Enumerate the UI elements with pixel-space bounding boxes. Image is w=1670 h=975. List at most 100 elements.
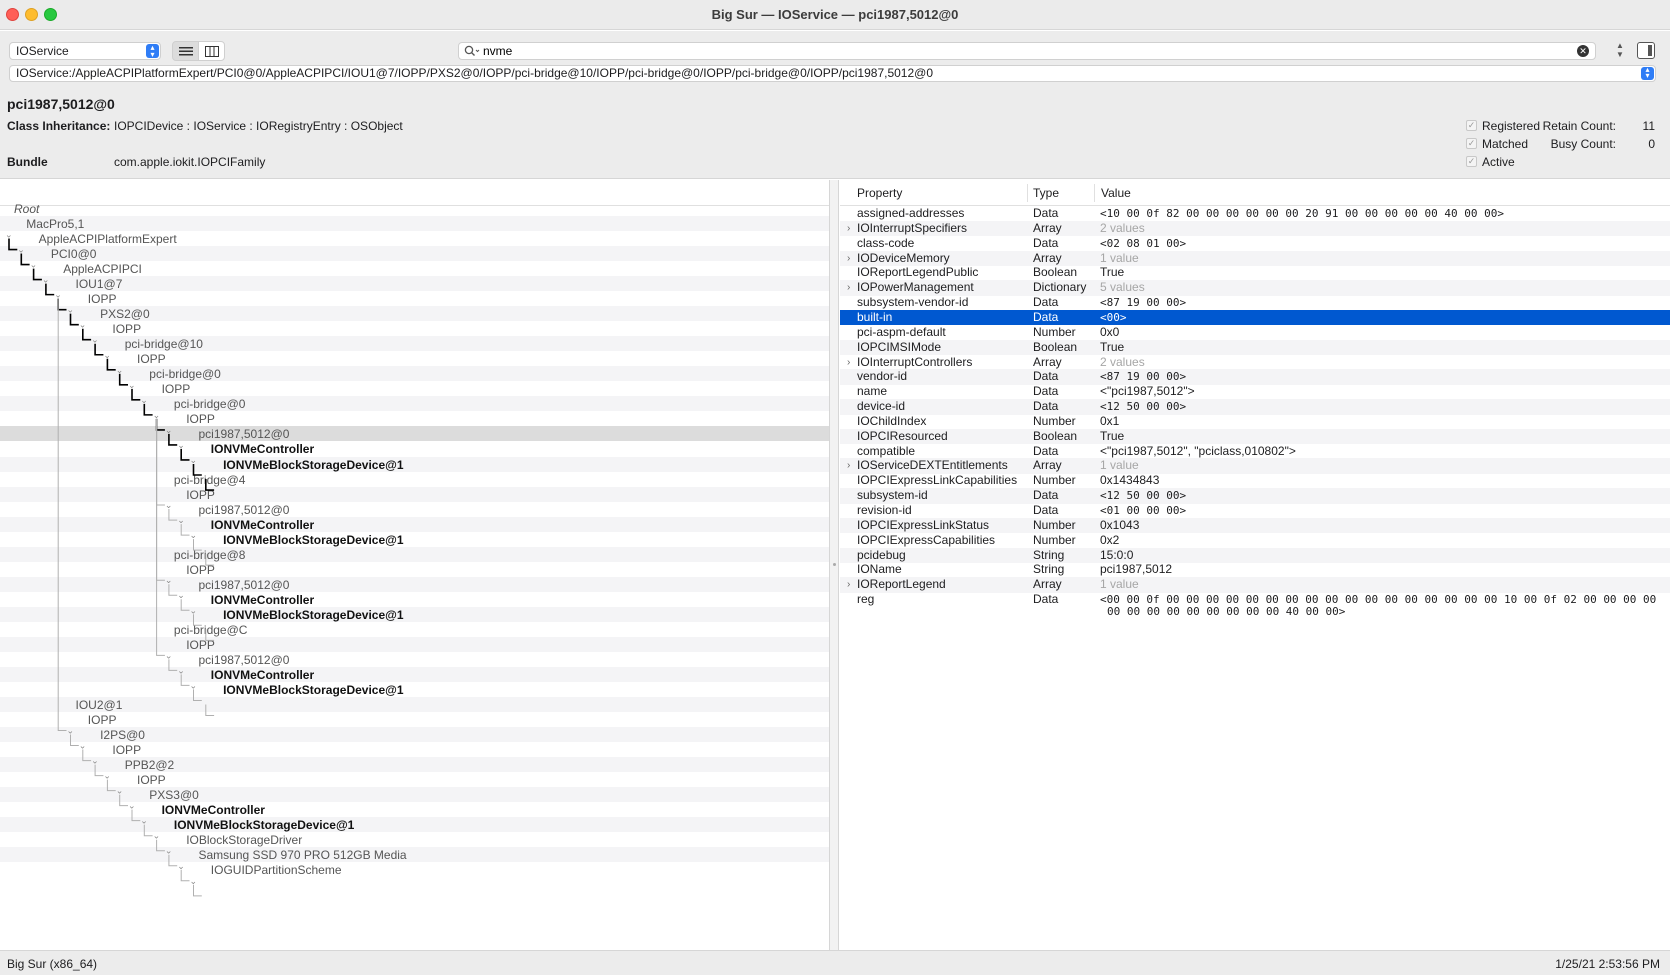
column-header-value[interactable]: Value <box>1101 186 1131 200</box>
tree-row[interactable]: AppleACPIPlatformExpert <box>0 231 829 246</box>
tree-row[interactable]: IONVMeController <box>0 666 829 682</box>
tree-row[interactable]: Samsung SSD 970 PRO 512GB Media <box>0 847 829 863</box>
tree-row[interactable]: AppleACPIPCI <box>0 261 829 276</box>
tree-row[interactable]: pci1987,5012@0 <box>0 502 829 517</box>
property-row[interactable]: › IOPowerManagement Dictionary 5 values <box>840 280 1670 296</box>
property-value[interactable]: <"pci1987,5012", "pciclass,010802"> <box>1100 444 1296 459</box>
property-row[interactable]: subsystem-vendor-id Data <87 19 00 00> <box>840 295 1670 311</box>
property-value[interactable]: 5 values <box>1100 280 1145 295</box>
property-value[interactable]: <87 19 00 00> <box>1100 369 1186 384</box>
split-view-divider[interactable] <box>829 180 839 950</box>
property-value[interactable]: 1 value <box>1100 458 1139 473</box>
tree-row[interactable]: IONVMeController <box>0 802 829 817</box>
property-value[interactable]: <02 08 01 00> <box>1100 236 1186 251</box>
property-row[interactable]: IOChildIndex Number 0x1 <box>840 414 1670 430</box>
property-row[interactable]: › IODeviceMemory Array 1 value <box>840 250 1670 267</box>
tree-row[interactable]: IOPP <box>0 411 829 426</box>
tree-row[interactable]: IOU2@1 <box>0 696 829 712</box>
property-row[interactable]: › IOReportLegend Array 1 value <box>840 577 1670 593</box>
property-row[interactable]: › IOServiceDEXTEntitlements Array 1 value <box>840 458 1670 474</box>
tree-row[interactable]: I2PS@0 <box>0 727 829 743</box>
property-value[interactable]: <10 00 0f 82 00 00 00 00 00 00 20 91 00 … <box>1100 206 1504 221</box>
tree-row[interactable]: IOPP <box>0 351 829 366</box>
property-value[interactable]: pci1987,5012 <box>1100 562 1172 577</box>
property-value[interactable]: 0x1043 <box>1100 518 1139 533</box>
property-row[interactable]: subsystem-id Data <12 50 00 00> <box>840 488 1670 504</box>
tree-row[interactable]: pci-bridge@C <box>0 622 829 637</box>
property-value[interactable]: <12 50 00 00> <box>1100 399 1186 414</box>
property-value[interactable]: <12 50 00 00> <box>1100 488 1186 503</box>
tree-row[interactable]: IONVMeController <box>0 441 829 456</box>
tree-row[interactable]: IOPP <box>0 562 829 577</box>
property-row[interactable]: IOReportLegendPublic Boolean True <box>840 265 1670 281</box>
expand-chevron-icon[interactable]: › <box>847 577 850 592</box>
tree-row[interactable]: IONVMeController <box>0 592 829 607</box>
tree-row[interactable]: IOPP <box>0 291 829 306</box>
tree-row[interactable]: IONVMeController <box>0 516 829 532</box>
property-row[interactable]: › IOInterruptControllers Array 2 values <box>840 355 1670 371</box>
property-table[interactable]: Property Type Value assigned-addresses Da… <box>840 180 1670 950</box>
property-row[interactable]: pci-aspm-default Number 0x0 <box>840 325 1670 341</box>
tree-row[interactable]: PPB2@2 <box>0 757 829 773</box>
tree-row[interactable]: IOPP <box>0 636 829 652</box>
path-field[interactable]: IOService:/AppleACPIPlatformExpert/PCI0@… <box>9 65 1656 82</box>
property-row[interactable]: class-code Data <02 08 01 00> <box>840 236 1670 252</box>
property-row[interactable]: vendor-id Data <87 19 00 00> <box>840 369 1670 385</box>
search-field[interactable]: ✕ <box>458 42 1596 60</box>
tree-row[interactable]: IOPP <box>0 742 829 757</box>
property-value[interactable]: 1 value <box>1100 251 1139 266</box>
property-value[interactable]: True <box>1100 429 1124 444</box>
property-value[interactable]: 0x1434843 <box>1100 473 1159 488</box>
tree-row[interactable]: pci-bridge@4 <box>0 472 829 487</box>
property-row[interactable]: IOPCIExpressLinkStatus Number 0x1043 <box>840 517 1670 534</box>
expand-chevron-icon[interactable]: › <box>847 221 850 236</box>
property-value[interactable]: 2 values <box>1100 355 1145 370</box>
tree-row[interactable]: IONVMeBlockStorageDevice@1 <box>0 817 829 833</box>
tree-row[interactable]: IOPP <box>0 486 829 502</box>
tree-row[interactable]: PXS3@0 <box>0 787 829 803</box>
column-header-type[interactable]: Type <box>1033 186 1059 200</box>
property-row[interactable]: IOName String pci1987,5012 <box>840 562 1670 578</box>
tree-row[interactable]: IOGUIDPartitionScheme <box>0 862 829 877</box>
tree-row[interactable]: IOPP <box>0 381 829 396</box>
property-row[interactable]: › IOInterruptSpecifiers Array 2 values <box>840 220 1670 237</box>
property-value[interactable]: <01 00 00 00> <box>1100 503 1186 518</box>
property-value[interactable]: 0x0 <box>1100 325 1119 340</box>
property-value[interactable]: 0x2 <box>1100 533 1119 548</box>
tree-row[interactable]: pci-bridge@10 <box>0 336 829 352</box>
property-value[interactable]: True <box>1100 340 1124 355</box>
expand-chevron-icon[interactable]: › <box>847 280 850 295</box>
property-row[interactable]: reg Data <00 00 0f 00 00 00 00 00 00 00 00… <box>840 592 1670 623</box>
tree-row[interactable]: pci1987,5012@0 <box>0 426 829 442</box>
search-input[interactable] <box>483 44 1563 58</box>
property-row[interactable]: IOPCIMSIMode Boolean True <box>840 339 1670 356</box>
tree-row[interactable]: PXS2@0 <box>0 306 829 322</box>
property-row[interactable]: revision-id Data <01 00 00 00> <box>840 503 1670 519</box>
property-row[interactable]: assigned-addresses Data <10 00 0f 82 00 00… <box>840 206 1670 222</box>
expand-chevron-icon[interactable]: › <box>847 458 850 473</box>
tree-row[interactable]: IONVMeBlockStorageDevice@1 <box>0 532 829 547</box>
property-value[interactable]: 15:0:0 <box>1100 548 1133 563</box>
property-row[interactable]: built-in Data <00> <box>840 309 1670 326</box>
tree-row[interactable]: pci-bridge@8 <box>0 546 829 562</box>
property-row[interactable]: IOPCIResourced Boolean True <box>840 428 1670 445</box>
tree-row[interactable]: IONVMeBlockStorageDevice@1 <box>0 606 829 622</box>
property-value[interactable]: <00> <box>1100 310 1127 325</box>
property-row[interactable]: compatible Data <"pci1987,5012", "pciclass… <box>840 444 1670 460</box>
column-header-property[interactable]: Property <box>857 186 902 200</box>
tree-row[interactable]: pci1987,5012@0 <box>0 652 829 667</box>
property-value[interactable]: True <box>1100 265 1124 280</box>
tree-row[interactable]: pci-bridge@0 <box>0 366 829 382</box>
toggle-inspector-button[interactable] <box>1637 42 1655 59</box>
plane-select[interactable]: IOService ▴ ▾ <box>9 42 161 60</box>
tree-row[interactable]: IONVMeBlockStorageDevice@1 <box>0 682 829 697</box>
tree-row[interactable]: IONVMeBlockStorageDevice@1 <box>0 456 829 472</box>
tree-row[interactable]: IOPP <box>0 712 829 727</box>
list-view-button[interactable] <box>172 41 199 61</box>
registry-tree[interactable]: Root MacPro5,1 AppleACPIPlatformExpert PCI0… <box>0 180 829 950</box>
expand-chevron-icon[interactable]: › <box>847 251 850 266</box>
property-value[interactable]: 0x1 <box>1100 414 1119 429</box>
property-value[interactable]: <87 19 00 00> <box>1100 295 1186 310</box>
clear-search-icon[interactable]: ✕ <box>1577 45 1589 57</box>
tree-row[interactable]: IOPP <box>0 321 829 336</box>
